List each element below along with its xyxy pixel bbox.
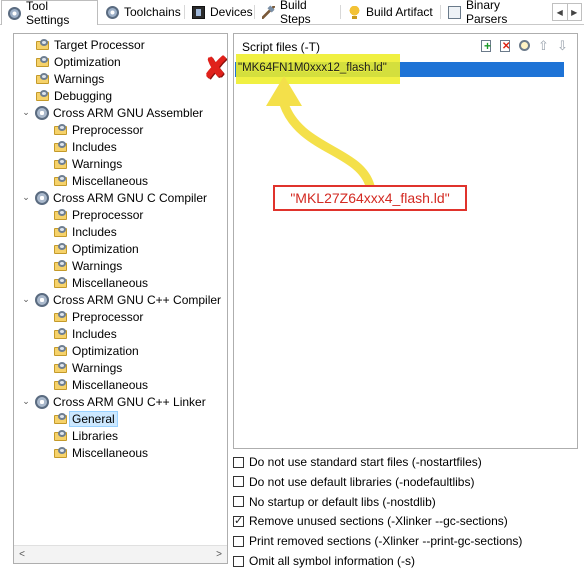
checkbox[interactable] [233,535,244,547]
checkbox-label: Print removed sections (-Xlinker --print… [249,534,523,549]
checkbox-label: Do not use default libraries (-nodefault… [249,474,475,489]
arrow-shaft [279,99,375,191]
callout-text: "MKL27Z64xxx4_flash.ld" [290,190,450,206]
checkbox[interactable] [233,476,244,488]
checkbox[interactable] [233,496,244,508]
checkbox-label: Do not use standard start files (-nostar… [249,455,482,469]
option-checkbox-row[interactable]: Remove unused sections (-Xlinker --gc-se… [233,513,508,529]
option-checkbox-row[interactable]: Do not use default libraries (-nodefault… [233,474,474,490]
option-checkbox-row[interactable]: Omit all symbol information (-s) [233,553,415,569]
callout-box: "MKL27Z64xxx4_flash.ld" [273,185,467,211]
checkbox-label: No startup or default libs (-nostdlib) [249,494,436,509]
checkbox[interactable] [233,514,244,527]
checkbox[interactable] [233,555,244,567]
checkbox-label: Omit all symbol information (-s) [249,554,416,568]
checkbox-label: Remove unused sections (-Xlinker --gc-se… [249,514,508,529]
arrow-head [266,76,302,106]
checkbox[interactable] [233,456,244,468]
option-checkbox-row[interactable]: Do not use standard start files (-nostar… [233,454,482,470]
option-checkbox-row[interactable]: Print removed sections (-Xlinker --print… [233,533,522,549]
option-checkbox-row[interactable]: No startup or default libs (-nostdlib) [233,494,436,510]
